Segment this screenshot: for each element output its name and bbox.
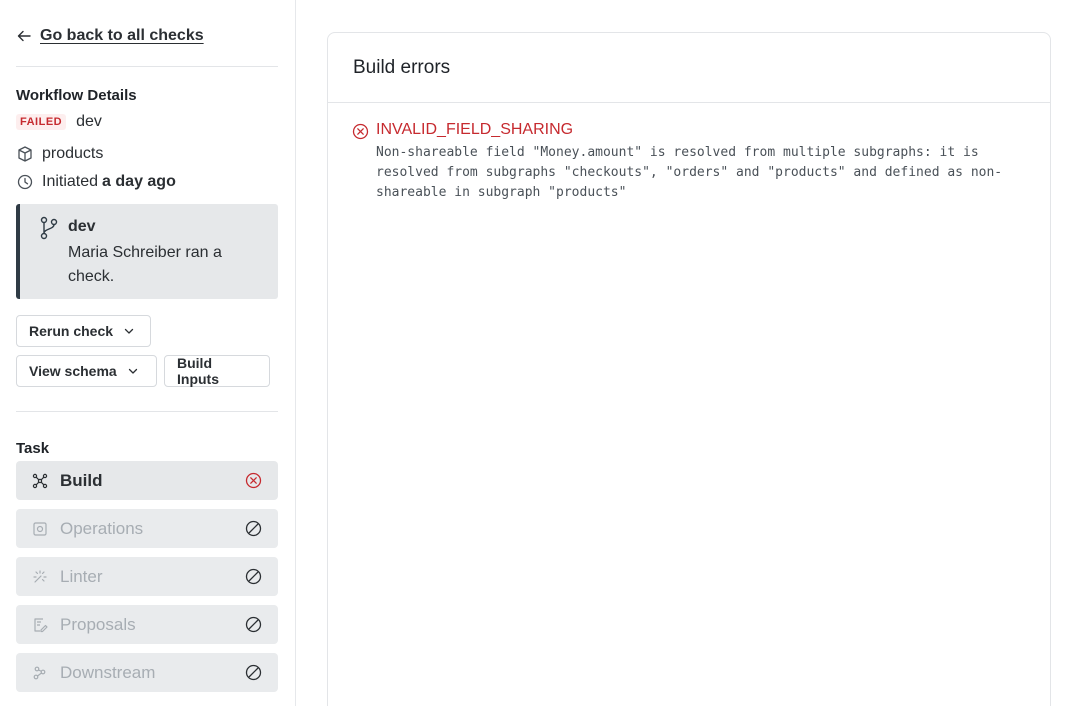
task-label: Downstream (60, 663, 156, 682)
downstream-icon (32, 665, 48, 681)
back-link-label: Go back to all checks (40, 27, 204, 44)
skipped-status-icon (245, 664, 262, 681)
skipped-status-icon (245, 568, 262, 585)
error-icon (352, 123, 369, 140)
skipped-status-icon (245, 520, 262, 537)
proposals-icon (32, 617, 48, 633)
error-status-icon (245, 472, 262, 489)
task-build[interactable]: Build (16, 461, 278, 500)
build-inputs-label: Build Inputs (177, 355, 219, 387)
package-icon (16, 145, 34, 163)
sidebar: Go back to all checks Workflow Details F… (0, 0, 296, 706)
build-inputs-button[interactable]: Build Inputs (164, 355, 270, 387)
chevron-down-icon (123, 325, 135, 337)
task-operations: Operations (16, 509, 278, 548)
rerun-check-label: Rerun check (29, 323, 114, 339)
rerun-check-button[interactable]: Rerun check (16, 315, 151, 347)
error-code: INVALID_FIELD_SHARING (376, 121, 574, 138)
commit-card: dev Maria Schreiber ran a check. (16, 204, 278, 299)
divider (16, 66, 278, 67)
commit-message: Maria Schreiber ran a check. (68, 244, 222, 285)
task-label: Build (60, 471, 103, 490)
status-row: FAILED dev (16, 113, 102, 131)
error-message: Non-shareable field "Money.amount" is re… (376, 145, 1003, 200)
operations-icon (32, 521, 48, 537)
task-proposals: Proposals (16, 605, 278, 644)
initiated-label: Initiated (42, 173, 99, 190)
git-branch-icon (38, 216, 60, 240)
panel-header: Build errors (328, 33, 1050, 103)
chevron-down-icon (127, 365, 139, 377)
workflow-details-heading: Workflow Details (16, 87, 137, 104)
variant-name: dev (76, 113, 102, 130)
divider (16, 411, 278, 412)
initiated-row: Initiated a day ago (16, 173, 176, 191)
task-label: Proposals (60, 615, 136, 634)
back-to-checks-link[interactable]: Go back to all checks (16, 24, 204, 48)
view-schema-button[interactable]: View schema (16, 355, 157, 387)
status-badge: FAILED (16, 114, 67, 130)
task-downstream: Downstream (16, 653, 278, 692)
linter-icon (32, 569, 48, 585)
graph-row: products (16, 145, 103, 163)
skipped-status-icon (245, 616, 262, 633)
task-linter: Linter (16, 557, 278, 596)
clock-icon (16, 173, 34, 191)
build-errors-panel: Build errors INVALID_FIELD_SHARING Non-s… (327, 32, 1051, 706)
commit-branch: dev (68, 218, 96, 235)
view-schema-label: View schema (29, 363, 117, 379)
initiated-time: a day ago (102, 173, 176, 190)
task-label: Linter (60, 567, 103, 586)
build-icon (32, 473, 48, 489)
task-heading: Task (16, 440, 50, 457)
task-label: Operations (60, 519, 144, 538)
graph-name: products (42, 145, 104, 162)
arrow-left-icon (16, 28, 32, 44)
panel-title: Build errors (353, 56, 451, 78)
